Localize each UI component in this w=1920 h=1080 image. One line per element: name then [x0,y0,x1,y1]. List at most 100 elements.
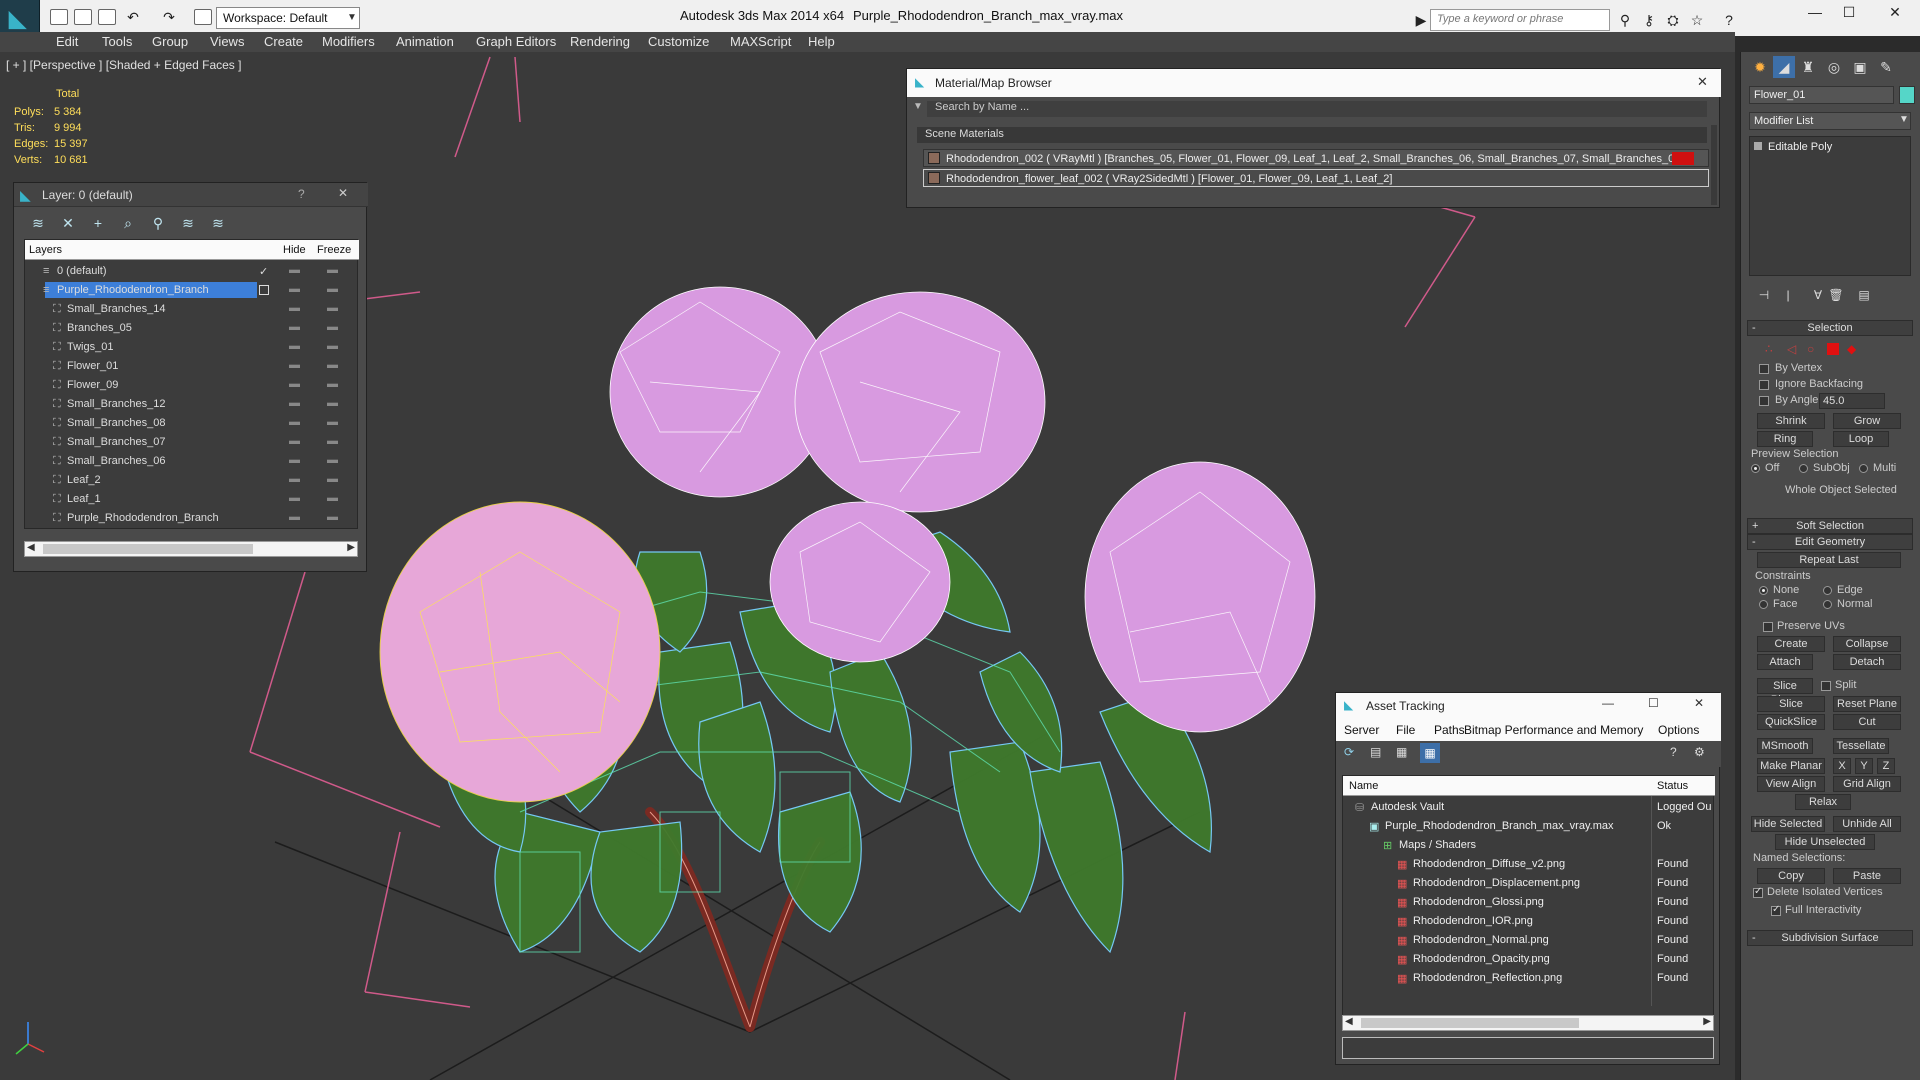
material-search-input[interactable]: Search by Name ... [927,101,1707,117]
asset-row[interactable]: ▣ Purple_Rhododendron_Branch_max_vray.max… [1343,817,1715,836]
hide-unselected-button[interactable]: Hide Unselected [1775,834,1875,850]
layer-row[interactable]: ⛶ Leaf_1 ▬ ▬ [25,490,359,509]
hide-toggle-icon[interactable]: ▬ [289,302,300,314]
menu-customize[interactable]: Customize [648,34,709,49]
object-name-field[interactable]: Flower_01 [1749,86,1894,104]
layer-row[interactable]: ≡ 0 (default) ✓ ▬ ▬ [25,262,359,281]
hide-selected-button[interactable]: Hide Selected [1751,816,1825,832]
object-color-swatch[interactable] [1899,86,1915,104]
new-file-icon[interactable] [50,9,68,25]
freeze-toggle-icon[interactable]: ▬ [327,340,338,352]
freeze-toggle-icon[interactable]: ▬ [327,454,338,466]
rollout-subdivision-surface[interactable]: - Subdivision Surface [1747,930,1913,946]
hide-toggle-icon[interactable]: ▬ [289,359,300,371]
layer-row[interactable]: ⛶ Small_Branches_14 ▬ ▬ [25,300,359,319]
display-tab-icon[interactable]: ▣ [1849,56,1871,78]
preview-multi-radio[interactable] [1859,464,1868,473]
open-file-icon[interactable] [74,9,92,25]
undo-icon[interactable]: ↶ [124,8,142,26]
scene-materials-section[interactable]: Scene Materials [917,127,1707,143]
layer-row[interactable]: ⛶ Small_Branches_12 ▬ ▬ [25,395,359,414]
msmooth-button[interactable]: MSmooth [1757,738,1813,754]
hide-toggle-icon[interactable]: ▬ [289,397,300,409]
menu-views[interactable]: Views [210,34,244,49]
project-folder-icon[interactable] [194,9,212,25]
delete-isolated-checkbox[interactable] [1753,886,1763,898]
grow-button[interactable]: Grow [1833,413,1901,429]
modifier-list-dropdown[interactable]: Modifier List [1749,112,1911,130]
workspace-dropdown[interactable]: Workspace: Default [216,7,360,29]
asset-row[interactable]: ▦ Rhododendron_Opacity.png Found [1343,950,1715,969]
asset-tracking-titlebar[interactable]: ◣ Asset Tracking — ☐ ✕ [1336,693,1721,719]
shrink-button[interactable]: Shrink [1757,413,1825,429]
hide-toggle-icon[interactable]: ▬ [289,321,300,333]
rollout-edit-geometry[interactable]: - Edit Geometry [1747,534,1913,550]
save-file-icon[interactable] [98,9,116,25]
freeze-toggle-icon[interactable]: ▬ [327,435,338,447]
highlight-layer-icon[interactable]: ⚲ [148,213,168,233]
material-row[interactable]: Rhododendron_flower_leaf_002 ( VRay2Side… [923,169,1709,187]
hide-toggle-icon[interactable]: ▬ [289,340,300,352]
hide-all-icon[interactable]: ≋ [178,213,198,233]
freeze-toggle-icon[interactable]: ▬ [327,302,338,314]
table-view-icon[interactable]: ▦ [1420,743,1440,763]
menu-paths[interactable]: Paths [1434,723,1465,737]
minimize-icon[interactable]: — [1800,4,1830,24]
cut-button[interactable]: Cut [1833,714,1901,730]
layer-row[interactable]: ⛶ Leaf_2 ▬ ▬ [25,471,359,490]
close-icon[interactable]: ✕ [1697,74,1708,90]
create-tab-icon[interactable]: ✹ [1749,56,1771,78]
paste-button[interactable]: Paste [1833,868,1901,884]
hide-toggle-icon[interactable]: ▬ [289,435,300,447]
close-icon[interactable]: ✕ [338,186,348,200]
border-mode-icon[interactable]: ○ [1807,342,1814,356]
edge-mode-icon[interactable]: ◁ [1787,342,1796,356]
layer-row[interactable]: ⛶ Twigs_01 ▬ ▬ [25,338,359,357]
detach-button[interactable]: Detach [1833,654,1901,670]
col-freeze[interactable]: Freeze [317,244,351,256]
viewport-label[interactable]: [ + ] [Perspective ] [Shaded + Edged Fac… [6,58,241,72]
maximize-icon[interactable]: ☐ [1648,696,1659,710]
chevron-down-icon[interactable]: ▼ [1899,114,1909,125]
freeze-toggle-icon[interactable]: ▬ [327,283,338,295]
material-browser-titlebar[interactable]: ◣ Material/Map Browser ✕ [907,69,1721,97]
horizontal-scrollbar[interactable]: ◀ ▶ [1342,1015,1714,1031]
select-in-layer-icon[interactable]: ⌕ [118,213,138,233]
ring-button[interactable]: Ring [1757,431,1813,447]
tessellate-button[interactable]: Tessellate [1833,738,1889,754]
star-icon[interactable]: ☆ [1688,11,1706,29]
layer-row[interactable]: ⛶ Small_Branches_06 ▬ ▬ [25,452,359,471]
list-view-icon[interactable]: ▤ [1370,745,1381,759]
hide-toggle-icon[interactable]: ▬ [289,378,300,390]
freeze-toggle-icon[interactable]: ▬ [327,378,338,390]
create-layer-icon[interactable]: ≋ [28,213,48,233]
layer-row[interactable]: ⛶ Flower_01 ▬ ▬ [25,357,359,376]
material-row[interactable]: Rhododendron_002 ( VRayMtl ) [Branches_0… [923,149,1709,167]
menu-server[interactable]: Server [1344,723,1379,737]
pin-stack-icon[interactable]: ⊣ [1753,284,1775,306]
freeze-toggle-icon[interactable]: ▬ [327,416,338,428]
freeze-toggle-icon[interactable]: ▬ [327,264,338,276]
make-planar-button[interactable]: Make Planar [1757,758,1825,774]
col-status[interactable]: Status [1657,780,1688,792]
scroll-right-icon[interactable]: ▶ [1703,1016,1711,1027]
freeze-toggle-icon[interactable]: ▬ [327,492,338,504]
set-current-layer-icon[interactable] [259,285,269,295]
scroll-right-icon[interactable]: ▶ [347,542,355,553]
delete-layer-icon[interactable]: ✕ [58,213,78,233]
constraint-face-radio[interactable] [1759,600,1768,609]
settings-icon[interactable]: ⚙ [1694,745,1705,759]
asset-row[interactable]: ▦ Rhododendron_Glossi.png Found [1343,893,1715,912]
unhide-all-button[interactable]: Unhide All [1833,816,1901,832]
vertical-scrollbar[interactable] [1711,125,1717,205]
refresh-icon[interactable]: ⟳ [1344,745,1354,759]
rollout-soft-selection[interactable]: + Soft Selection [1747,518,1913,534]
scroll-left-icon[interactable]: ◀ [1345,1016,1353,1027]
modify-tab-icon[interactable]: ◢ [1773,56,1795,78]
maximize-icon[interactable]: ☐ [1834,4,1864,24]
utilities-tab-icon[interactable]: ✎ [1875,56,1897,78]
chevron-down-icon[interactable]: ▼ [344,7,360,29]
exchange-icon[interactable]: ⛭ [1664,11,1682,29]
hide-toggle-icon[interactable]: ▬ [289,283,300,295]
configure-sets-icon[interactable]: ▤ [1853,284,1875,306]
